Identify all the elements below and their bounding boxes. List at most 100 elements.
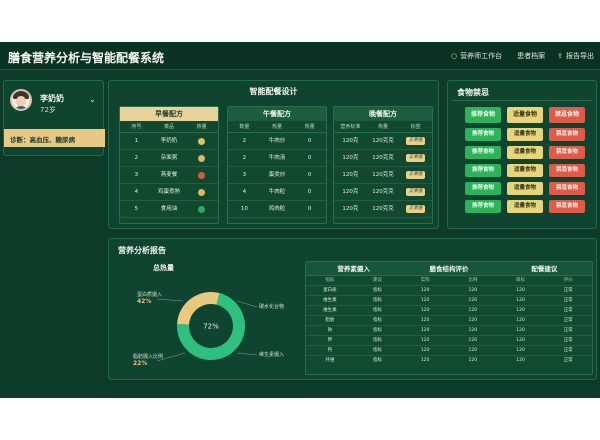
recommended-food-button[interactable]: 推荐食物: [465, 146, 501, 159]
nav-dietitian-workbench[interactable]: ○ 营养师工作台: [451, 51, 502, 61]
status-dot: [185, 167, 218, 183]
moderate-food-header[interactable]: 适量食物: [507, 107, 543, 123]
recommended-food-header[interactable]: 推荐食物: [465, 107, 501, 123]
forbidden-food-button[interactable]: 禁忌食物: [549, 128, 585, 141]
analysis-cell: 蛋白质: [323, 288, 337, 293]
table-row[interactable]: 5 食用油: [120, 201, 218, 218]
forbidden-food-button[interactable]: 禁忌食物: [549, 182, 585, 195]
status-tag: 正常值: [399, 133, 432, 149]
table-row[interactable]: 2 牛肉汤 0: [228, 150, 326, 167]
moderate-food-button[interactable]: 适量食物: [507, 128, 543, 141]
recommended-food-button[interactable]: 推荐食物: [465, 200, 501, 213]
status-badge: 正常值: [405, 205, 426, 213]
analysis-row[interactable]: 蛋白质 指标 120 120 120 正常: [306, 285, 592, 295]
analysis-cell: 120: [420, 298, 430, 303]
analysis-cell: 脂肪: [325, 318, 335, 323]
analysis-cell: 120: [516, 298, 525, 303]
cell-no: 2: [242, 154, 247, 161]
analysis-column-header: 评价: [563, 278, 573, 283]
forbidden-food-header[interactable]: 禁忌食物: [549, 107, 585, 123]
nav-patient-records[interactable]: 患者档案: [514, 51, 545, 61]
forbidden-food-button[interactable]: 禁忌食物: [549, 164, 585, 177]
table-row[interactable]: 120克 120克克 正常值: [334, 167, 432, 184]
nav-label: 报告导出: [566, 52, 594, 60]
top-bar: 膳食营养分析与智能配餐系统 ○ 营养师工作台 患者档案 ⇪ 报告导出: [0, 42, 600, 70]
table-row[interactable]: 3 燕麦餐: [120, 167, 218, 184]
cell-kcal: 120克克: [372, 188, 394, 195]
table-row[interactable]: 2 杂面粥: [120, 150, 218, 167]
cell-dish: 鸡蛋煮熟: [158, 188, 181, 195]
analysis-cell: 钠: [327, 328, 333, 333]
analysis-cell: 正常: [563, 288, 573, 293]
label-carb: 碳水化合物: [259, 304, 285, 310]
analysis-cell: 维生素: [323, 308, 337, 313]
recommended-food-button[interactable]: 推荐食物: [465, 164, 501, 177]
analysis-row[interactable]: 维生素 指标 120 120 120 正常: [306, 295, 592, 305]
moderate-food-button[interactable]: 适量食物: [507, 164, 543, 177]
meal-table-title[interactable]: 晚餐配方: [334, 107, 432, 121]
table-row[interactable]: 1 李奶奶: [120, 133, 218, 150]
analysis-cell: 120: [516, 288, 525, 293]
cell-no: 3: [242, 171, 247, 178]
analysis-cell: 指标: [373, 338, 382, 343]
analysis-row[interactable]: 钠 指标 120 120 120 正常: [306, 325, 592, 335]
meal-table-title[interactable]: 午餐配方: [228, 107, 326, 121]
analysis-column-header: 目标: [516, 278, 526, 283]
status-tag: 正常值: [399, 167, 432, 183]
analysis-cell: 指标: [373, 318, 382, 323]
table-row[interactable]: 4 鸡蛋煮熟: [120, 184, 218, 201]
chevron-down-icon[interactable]: ⌄: [89, 95, 96, 104]
analysis-column-header: 比例: [468, 278, 478, 283]
total-energy-title: 总热量: [153, 264, 174, 272]
analysis-cell: 正常: [563, 328, 573, 333]
cell-no: 3: [134, 171, 139, 178]
moderate-food-button[interactable]: 适量食物: [507, 146, 543, 159]
leader-line: [236, 352, 258, 356]
table-row[interactable]: 120克 120克克 正常值: [334, 133, 432, 150]
recommended-food-button[interactable]: 推荐食物: [465, 182, 501, 195]
column-header: 菜品: [164, 124, 175, 130]
patient-name: 李奶奶: [40, 94, 64, 103]
analysis-row[interactable]: 维生素 指标 120 120 120 正常: [306, 305, 592, 315]
analysis-cell: 正常: [563, 308, 573, 313]
table-row[interactable]: 120克 120克克 正常值: [334, 201, 432, 218]
header-meal-advice: 配餐建议: [531, 265, 558, 273]
meal-table-dinner[interactable]: 晚餐配方 营养标准 热量 标签 120克 120克克 正常值 120克 120克克 正常值 120克…: [333, 106, 433, 224]
table-row[interactable]: 4 牛肉粒 0: [228, 184, 326, 201]
meal-table-breakfast[interactable]: 早餐配方 序号 菜品 热量 1 李奶奶 2 杂面粥 3 燕麦餐 4 鸡蛋煮熟 5 食用油: [119, 106, 219, 224]
cell-no: 4: [134, 188, 139, 195]
cell-kcal: 120克克: [372, 154, 394, 161]
analysis-row[interactable]: 纤维 指标 120 120 120 正常: [306, 355, 592, 365]
forbidden-food-button[interactable]: 禁忌食物: [549, 200, 585, 213]
analysis-row[interactable]: 钾 指标 120 120 120 正常: [306, 335, 592, 345]
status-badge: 正常值: [405, 188, 426, 196]
analysis-cell: 120: [468, 328, 478, 333]
analysis-row[interactable]: 钙 指标 120 120 120 正常: [306, 345, 592, 355]
status-badge: 正常值: [405, 154, 426, 162]
table-row[interactable]: 120克 120克克 正常值: [334, 150, 432, 167]
table-row[interactable]: 3 蛋类炒 0: [228, 167, 326, 184]
analysis-cell: 正常: [563, 338, 573, 343]
table-row[interactable]: 2 牛肉炒 0: [228, 133, 326, 150]
cell-no: 10: [240, 205, 248, 212]
cell-no: 2: [134, 154, 139, 161]
moderate-food-button[interactable]: 适量食物: [507, 200, 543, 213]
status-dot-icon: [198, 205, 206, 213]
top-nav: ○ 营养师工作台 患者档案 ⇪ 报告导出: [451, 51, 594, 61]
meal-table-title[interactable]: 早餐配方: [120, 107, 218, 121]
recommended-food-button[interactable]: 推荐食物: [465, 128, 501, 141]
cell-no: 2: [242, 137, 247, 144]
analysis-cell: 120: [516, 328, 525, 333]
cell-val: 0: [307, 205, 312, 212]
table-row[interactable]: 10 鸡肉粒 0: [228, 201, 326, 218]
meal-table-lunch[interactable]: 午餐配方 数量 热量 热量 2 牛肉炒 0 2 牛肉汤 0 3 蛋类炒 0 4 牛肉粒 0 10 鸡肉粒 0: [227, 106, 327, 224]
nav-report-export[interactable]: ⇪ 报告导出: [557, 51, 594, 61]
moderate-food-button[interactable]: 适量食物: [507, 182, 543, 195]
patient-card[interactable]: 李奶奶 72岁 ⌄ 诊断：高血压、糖尿病: [3, 80, 105, 156]
analysis-cell: 纤维: [325, 358, 335, 363]
forbidden-food-button[interactable]: 禁忌食物: [549, 146, 585, 159]
nav-label: 营养师工作台: [460, 52, 503, 60]
table-row[interactable]: 120克 120克克 正常值: [334, 184, 432, 201]
analysis-row[interactable]: 脂肪 指标 120 120 120 正常: [306, 315, 592, 325]
analysis-table: 营养素摄入 膳食结构评价 配餐建议 指标 建议 实际 比例 目标 评价 蛋白质 指标 120 1…: [305, 261, 593, 375]
